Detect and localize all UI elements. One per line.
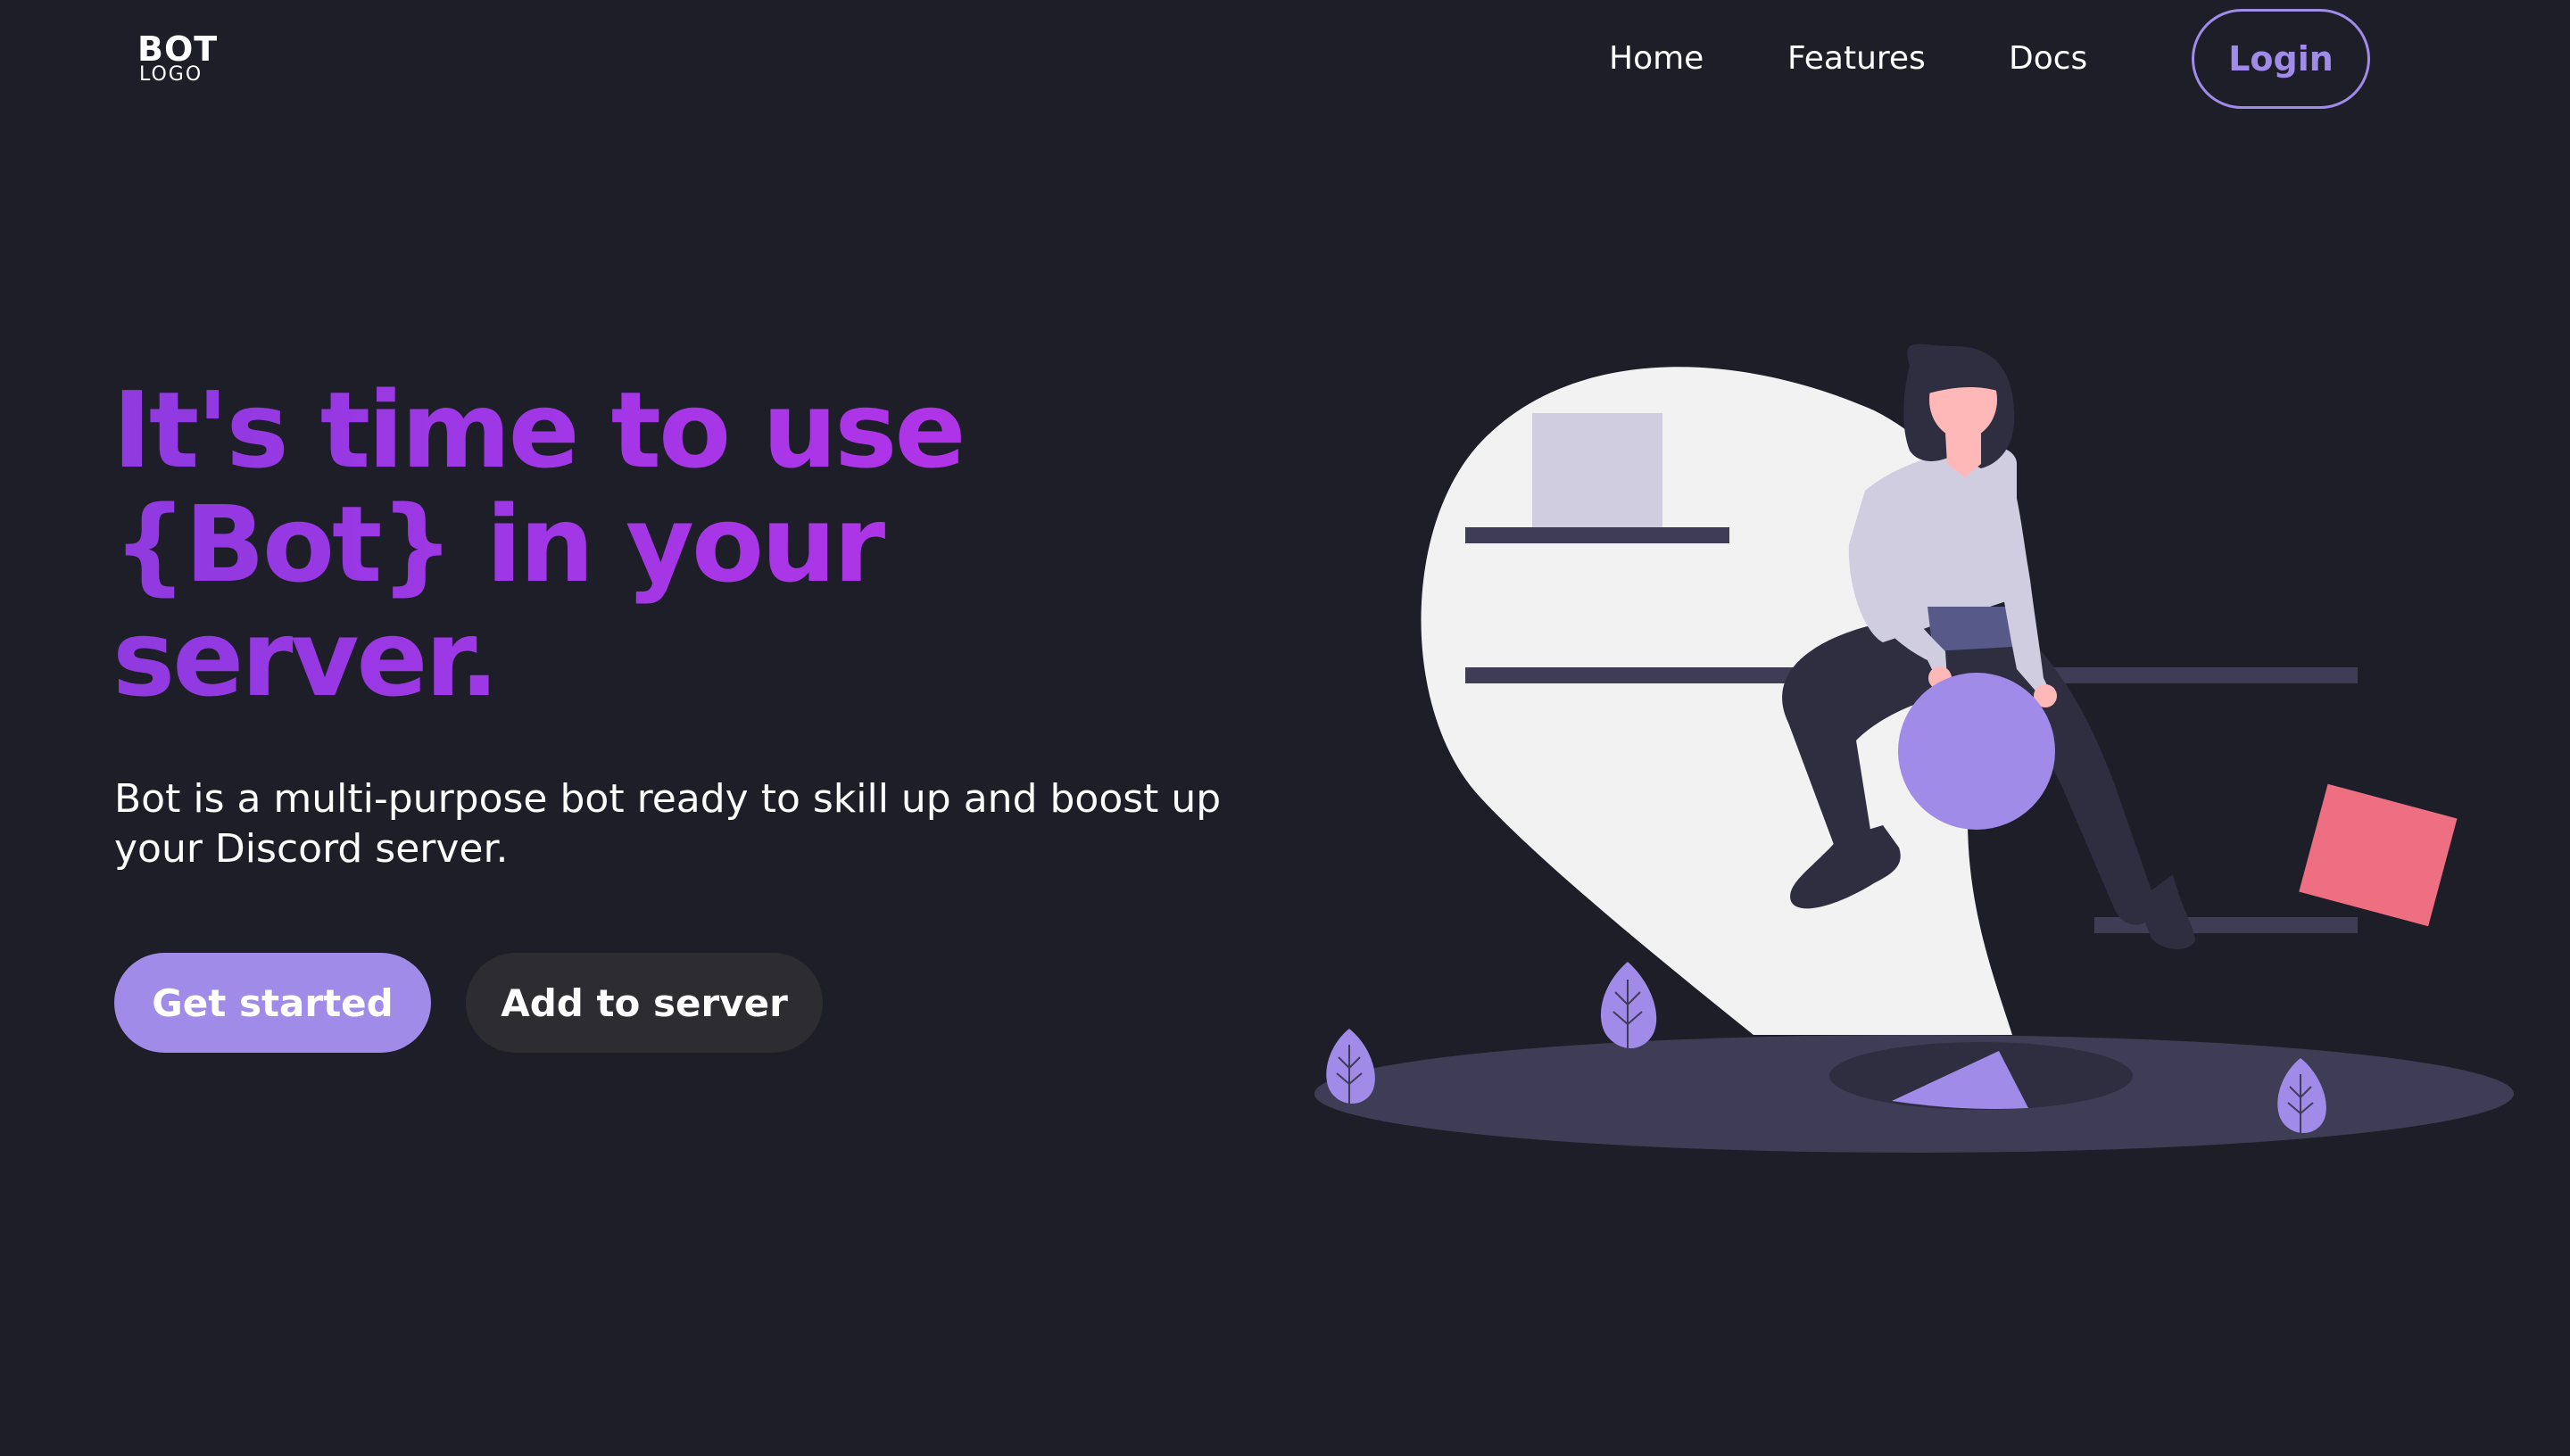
pink-cube — [2299, 783, 2458, 927]
login-button[interactable]: Login — [2192, 9, 2370, 109]
leaf-plant-2 — [1600, 962, 1657, 1053]
hero-headline-line-2: {Bot} in your — [112, 483, 883, 606]
hero-description: Bot is a multi-purpose bot ready to skil… — [114, 776, 1222, 872]
purple-ball — [1898, 673, 2055, 830]
hero-headline: It's time to use {Bot} in your server. — [112, 373, 1183, 716]
add-to-server-button[interactable]: Add to server — [466, 953, 823, 1053]
nav-link-docs[interactable]: Docs — [2009, 39, 2087, 79]
leaf-plant-1 — [1326, 1029, 1375, 1107]
shelf-line-1 — [1465, 527, 1729, 543]
logo-subtitle: LOGO — [139, 63, 203, 86]
brand-logo[interactable]: BOT LOGO — [137, 32, 227, 86]
person-waist — [1928, 607, 2012, 651]
get-started-button[interactable]: Get started — [114, 953, 431, 1053]
nav-link-home[interactable]: Home — [1609, 39, 1704, 79]
hero-illustration — [1314, 343, 2514, 1153]
shelf-box — [1532, 413, 1662, 527]
hero-headline-line-3: server. — [112, 597, 497, 720]
hero-headline-line-1: It's time to use — [112, 368, 964, 492]
nav-link-features[interactable]: Features — [1787, 39, 1926, 79]
logo-wordmark: BOT — [137, 29, 219, 69]
